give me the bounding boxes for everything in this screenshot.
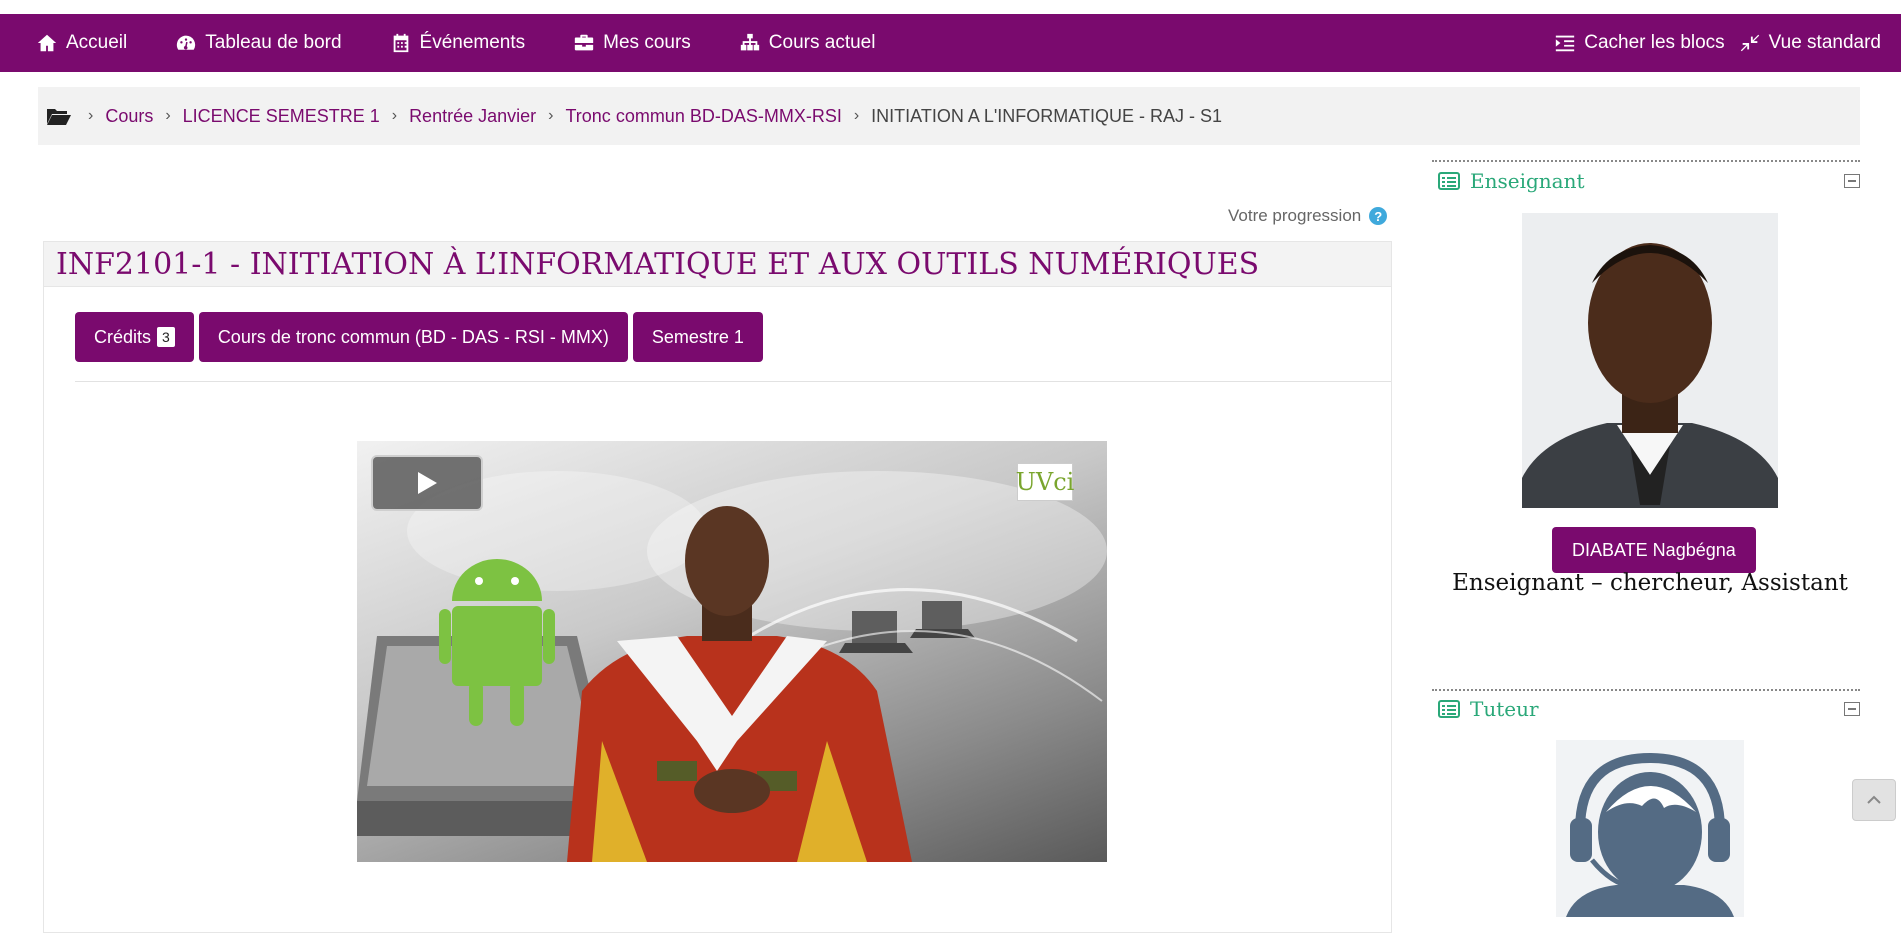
nav-cours-actuel[interactable]: Cours actuel — [739, 32, 876, 54]
navbar-left: Accueil Tableau de bord Événements Mes c… — [0, 14, 923, 72]
nav-accueil[interactable]: Accueil — [36, 32, 127, 54]
indent-icon — [1556, 35, 1575, 52]
course-progress: Votre progression ? — [1228, 206, 1388, 226]
dashboard-icon — [177, 35, 196, 50]
progress-label: Votre progression — [1228, 206, 1362, 225]
standard-view-button[interactable]: Vue standard — [1739, 32, 1881, 54]
teacher-block-header: Enseignant — [1438, 169, 1585, 193]
calendar-icon — [393, 33, 408, 53]
list-icon — [1438, 172, 1460, 190]
folder-open-icon[interactable] — [46, 105, 76, 127]
credits-count: 3 — [157, 327, 175, 347]
breadcrumb-separator: › — [391, 107, 398, 124]
block-separator — [1432, 160, 1860, 162]
nav-mes-cours-label: Mes cours — [603, 32, 691, 53]
track-button[interactable]: Cours de tronc commun (BD - DAS - RSI - … — [198, 312, 628, 362]
uvci-logo: UVci — [1016, 463, 1074, 501]
breadcrumb-separator: › — [853, 107, 860, 124]
credits-label: Crédits — [94, 326, 152, 347]
teacher-block-title: Enseignant — [1470, 169, 1585, 193]
tutor-headset-icon — [1556, 740, 1744, 917]
help-icon[interactable]: ? — [1369, 207, 1388, 225]
credits-button[interactable]: Crédits 3 — [75, 312, 194, 362]
course-badges: Crédits 3 Cours de tronc commun (BD - DA… — [75, 312, 768, 362]
teacher-role: Enseignant – chercheur, Assistant — [1452, 570, 1848, 596]
breadcrumb-separator: › — [165, 107, 171, 124]
course-video[interactable]: UVci — [357, 441, 1107, 862]
list-icon — [1438, 700, 1460, 718]
semester-button[interactable]: Semestre 1 — [632, 312, 763, 362]
briefcase-icon — [574, 34, 594, 51]
standard-view-label: Vue standard — [1768, 32, 1881, 53]
breadcrumb-licence-semestre-1[interactable]: LICENCE SEMESTRE 1 — [183, 106, 380, 127]
nav-mes-cours[interactable]: Mes cours — [573, 32, 691, 54]
collapse-icon[interactable] — [1844, 174, 1860, 188]
nav-evenements[interactable]: Événements — [390, 32, 526, 54]
collapse-icon[interactable] — [1844, 702, 1860, 716]
course-summary-box: INF2101-1 - INITIATION À L’INFORMATIQUE … — [43, 241, 1392, 933]
hide-blocks-label: Cacher les blocs — [1584, 32, 1725, 53]
semester-label: Semestre 1 — [651, 326, 744, 347]
block-separator — [1432, 689, 1860, 691]
nav-accueil-label: Accueil — [66, 32, 128, 53]
tutor-block-title: Tuteur — [1470, 697, 1539, 721]
compress-icon — [1740, 34, 1759, 52]
breadcrumb: › Cours › LICENCE SEMESTRE 1 › Rentrée J… — [38, 87, 1860, 145]
breadcrumb-tronc-commun[interactable]: Tronc commun BD-DAS-MMX-RSI — [565, 106, 841, 127]
tutor-block-header: Tuteur — [1438, 697, 1539, 721]
breadcrumb-rentree-janvier[interactable]: Rentrée Janvier — [409, 106, 536, 127]
nav-cours-actuel-label: Cours actuel — [768, 32, 876, 53]
track-label: Cours de tronc commun (BD - DAS - RSI - … — [217, 326, 609, 347]
breadcrumb-cours[interactable]: Cours — [105, 106, 153, 127]
nav-tableau-de-bord[interactable]: Tableau de bord — [175, 32, 342, 54]
play-icon — [418, 472, 437, 494]
hide-blocks-button[interactable]: Cacher les blocs — [1554, 32, 1725, 54]
scroll-to-top-button[interactable] — [1852, 779, 1896, 821]
divider — [75, 381, 1391, 382]
top-navbar: Accueil Tableau de bord Événements Mes c… — [0, 14, 1901, 72]
teacher-name-button[interactable]: DIABATE Nagbégna — [1552, 527, 1756, 573]
chevron-up-icon — [1867, 795, 1881, 804]
sitemap-icon — [740, 33, 759, 51]
nav-evenements-label: Événements — [419, 32, 526, 53]
top-strip — [0, 0, 1901, 14]
nav-tableau-de-bord-label: Tableau de bord — [205, 32, 342, 53]
breadcrumb-separator: › — [88, 107, 94, 124]
home-icon — [37, 34, 57, 52]
breadcrumb-separator: › — [548, 107, 554, 124]
teacher-photo — [1522, 213, 1778, 508]
course-title: INF2101-1 - INITIATION À L’INFORMATIQUE … — [44, 242, 1391, 287]
breadcrumb-current: INITIATION A L'INFORMATIQUE - RAJ - S1 — [871, 105, 1222, 126]
play-button[interactable] — [371, 455, 483, 511]
navbar-right: Cacher les blocs Vue standard — [1540, 14, 1901, 72]
